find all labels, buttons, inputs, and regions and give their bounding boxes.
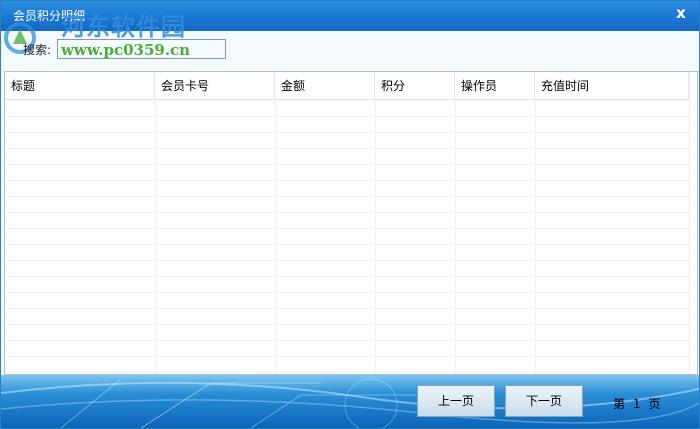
column-header-points[interactable]: 积分 (375, 72, 455, 100)
points-table[interactable]: 标题 会员卡号 金额 积分 操作员 充值时间 (4, 71, 698, 375)
column-header-amount[interactable]: 金额 (275, 72, 375, 100)
watermark-site-name: 河东软件园 (61, 12, 186, 41)
row-divider (5, 308, 689, 309)
footer-bar: 上一页 下一页 第 1 页 (1, 375, 699, 428)
row-divider (5, 292, 689, 293)
member-points-window: 会员积分明细 x 河东软件园 搜索: www.pc0359.cn 标题 会员卡号… (0, 0, 700, 429)
row-divider (5, 356, 689, 357)
row-divider (5, 340, 689, 341)
page-prefix: 第 (613, 397, 626, 411)
page-suffix: 页 (648, 397, 661, 411)
watermark-url: www.pc0359.cn (61, 41, 191, 59)
row-divider (5, 244, 689, 245)
column-header-recharge-time[interactable]: 充值时间 (535, 72, 689, 100)
column-header-card-number[interactable]: 会员卡号 (155, 72, 275, 100)
row-divider (5, 196, 689, 197)
row-divider (5, 116, 689, 117)
row-divider (5, 132, 689, 133)
column-divider (275, 100, 276, 374)
column-divider (455, 100, 456, 374)
row-divider (5, 372, 689, 373)
footer-background-pattern (1, 378, 699, 428)
row-divider (5, 260, 689, 261)
row-divider (5, 148, 689, 149)
column-divider (375, 100, 376, 374)
current-page-number: 1 (632, 397, 641, 411)
table-body (5, 100, 689, 374)
column-divider (535, 100, 536, 374)
row-divider (5, 228, 689, 229)
table-header: 标题 会员卡号 金额 积分 操作员 充值时间 (5, 72, 689, 100)
column-header-operator[interactable]: 操作员 (455, 72, 535, 100)
row-divider (5, 276, 689, 277)
column-header-title[interactable]: 标题 (5, 72, 155, 100)
previous-page-button[interactable]: 上一页 (417, 385, 495, 417)
column-divider (155, 100, 156, 374)
close-button[interactable]: x (671, 4, 691, 22)
row-divider (5, 212, 689, 213)
row-divider (5, 180, 689, 181)
next-page-button[interactable]: 下一页 (505, 385, 583, 417)
table-scroll-gutter (689, 72, 697, 374)
page-indicator: 第 1 页 (613, 395, 660, 412)
row-divider (5, 164, 689, 165)
search-label: 搜索: (23, 43, 52, 57)
row-divider (5, 324, 689, 325)
